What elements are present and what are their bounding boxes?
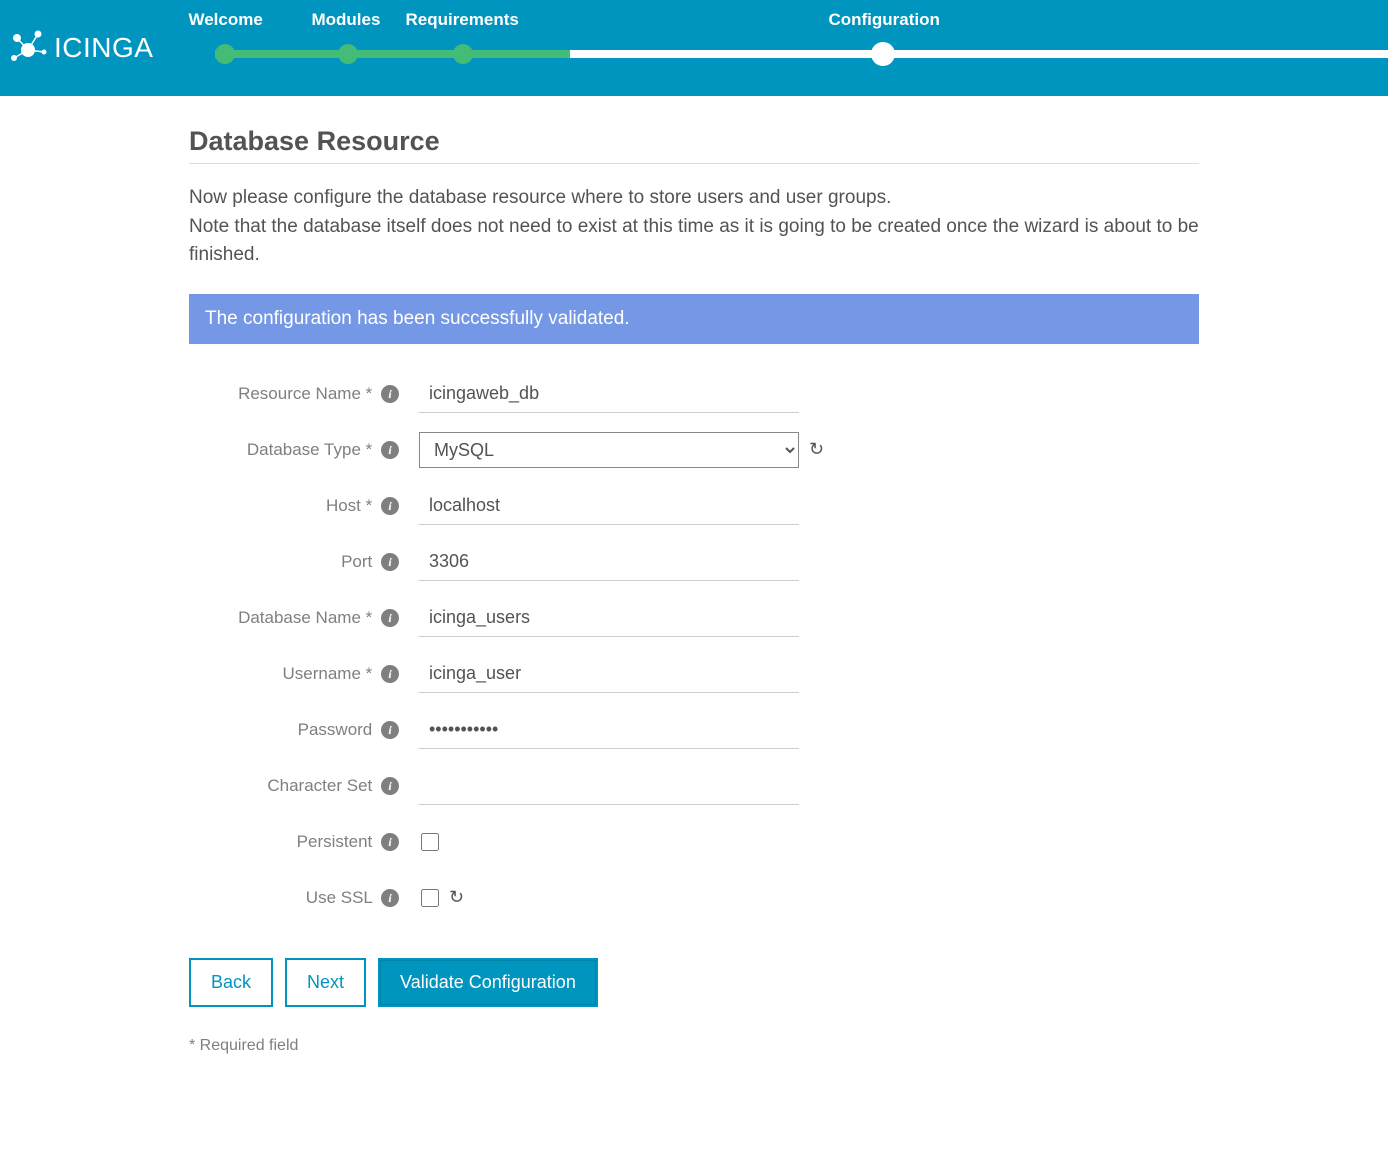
header: ICINGA Welcome Modules Requirements Conf… xyxy=(0,0,1388,96)
info-icon[interactable]: i xyxy=(381,721,399,739)
wizard-dot-welcome[interactable] xyxy=(215,44,235,64)
database-type-label: Database Type * i xyxy=(189,440,399,460)
form: Resource Name * i Database Type * i MySQ… xyxy=(189,374,1199,918)
reload-icon[interactable]: ↻ xyxy=(809,439,824,460)
character-set-input[interactable] xyxy=(419,767,799,805)
validation-notice: The configuration has been successfully … xyxy=(189,294,1199,344)
wizard-step-configuration[interactable]: Configuration xyxy=(828,10,939,30)
persistent-checkbox[interactable] xyxy=(421,833,439,851)
use-ssl-checkbox[interactable] xyxy=(421,889,439,907)
database-type-select[interactable]: MySQL xyxy=(419,432,799,468)
button-row: Back Next Validate Configuration xyxy=(189,958,1199,1007)
page-title: Database Resource xyxy=(189,126,1199,164)
content: Database Resource Now please configure t… xyxy=(189,96,1199,1095)
info-icon[interactable]: i xyxy=(381,889,399,907)
wizard-step-welcome[interactable]: Welcome xyxy=(188,10,262,30)
password-input[interactable] xyxy=(419,711,799,749)
wizard-progress-bar: Welcome Modules Requirements Configurati… xyxy=(203,0,1388,96)
info-icon[interactable]: i xyxy=(381,609,399,627)
resource-name-input[interactable] xyxy=(419,375,799,413)
port-label: Port i xyxy=(189,552,399,572)
brand-name: ICINGA xyxy=(54,32,153,64)
password-label: Password i xyxy=(189,720,399,740)
info-icon[interactable]: i xyxy=(381,553,399,571)
info-icon[interactable]: i xyxy=(381,441,399,459)
validate-button[interactable]: Validate Configuration xyxy=(378,958,598,1007)
port-input[interactable] xyxy=(419,543,799,581)
info-icon[interactable]: i xyxy=(381,665,399,683)
wizard-dot-configuration[interactable] xyxy=(871,42,895,66)
next-button[interactable]: Next xyxy=(285,958,366,1007)
wizard-dot-modules[interactable] xyxy=(338,44,358,64)
info-icon[interactable]: i xyxy=(381,833,399,851)
character-set-label: Character Set i xyxy=(189,776,399,796)
reload-icon[interactable]: ↻ xyxy=(449,887,464,908)
username-label: Username * i xyxy=(189,664,399,684)
logo-icon xyxy=(8,28,48,68)
resource-name-label: Resource Name * i xyxy=(189,384,399,404)
persistent-label: Persistent i xyxy=(189,832,399,852)
info-icon[interactable]: i xyxy=(381,385,399,403)
host-input[interactable] xyxy=(419,487,799,525)
host-label: Host * i xyxy=(189,496,399,516)
database-name-label: Database Name * i xyxy=(189,608,399,628)
info-icon[interactable]: i xyxy=(381,497,399,515)
wizard-step-requirements[interactable]: Requirements xyxy=(405,10,518,30)
logo: ICINGA xyxy=(8,28,153,68)
use-ssl-label: Use SSL i xyxy=(189,888,399,908)
wizard-dot-requirements[interactable] xyxy=(453,44,473,64)
wizard-step-modules[interactable]: Modules xyxy=(311,10,380,30)
info-icon[interactable]: i xyxy=(381,777,399,795)
required-hint: * Required field xyxy=(189,1037,1199,1055)
page-description: Now please configure the database resour… xyxy=(189,184,1199,270)
back-button[interactable]: Back xyxy=(189,958,273,1007)
username-input[interactable] xyxy=(419,655,799,693)
database-name-input[interactable] xyxy=(419,599,799,637)
